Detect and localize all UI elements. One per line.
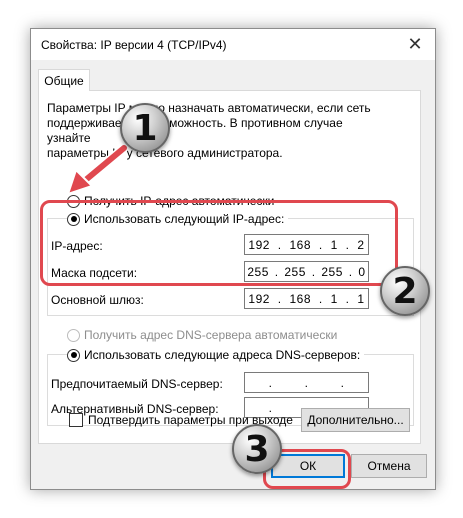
tab-general[interactable]: Общие — [38, 69, 90, 91]
step-badge-1: 1 — [120, 103, 170, 153]
step-badge-3: 3 — [232, 424, 282, 474]
step-badge-2: 2 — [380, 266, 430, 316]
